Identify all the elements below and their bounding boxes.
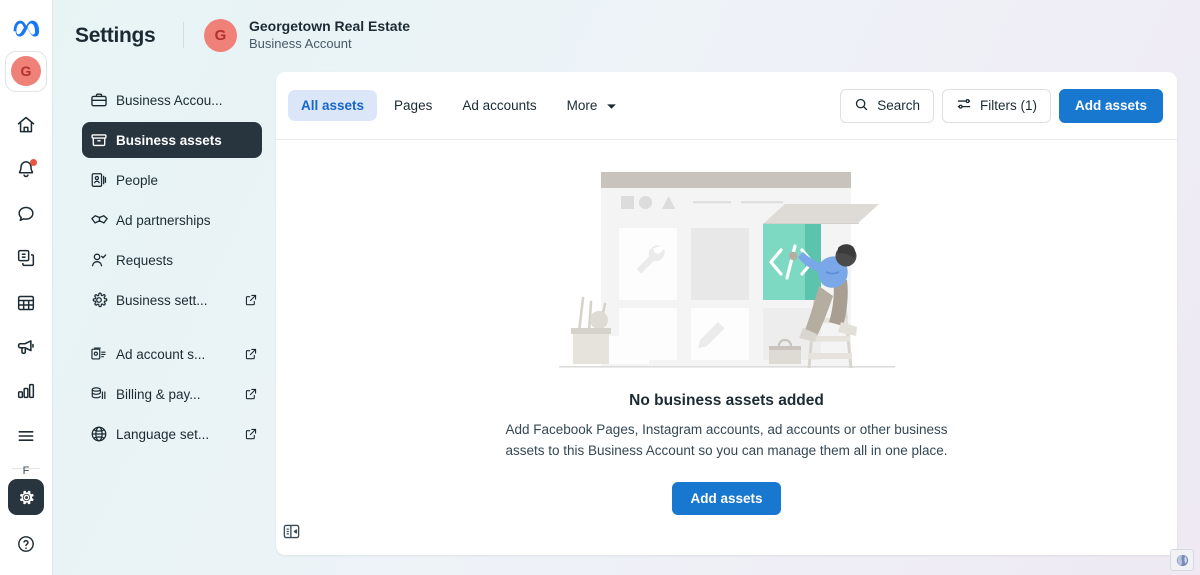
account-text: Georgetown Real Estate Business Account: [249, 18, 410, 52]
add-assets-button[interactable]: Add assets: [1058, 88, 1163, 123]
filter-sliders-icon: [956, 96, 972, 115]
external-link-icon: [244, 347, 258, 361]
settings-gear-button[interactable]: F: [4, 466, 48, 518]
meta-logo-icon[interactable]: [9, 14, 43, 41]
search-icon: [854, 97, 869, 115]
left-icon-rail: G F: [0, 0, 53, 575]
header-divider: [183, 22, 184, 48]
person-check-icon: [90, 251, 116, 269]
tab-all-assets[interactable]: All assets: [288, 90, 378, 121]
page-title: Settings: [75, 24, 156, 47]
sidebar-item-label: Business Accou...: [116, 92, 223, 108]
external-link-icon: [244, 387, 258, 401]
tab-ad-accounts[interactable]: Ad accounts: [449, 90, 549, 121]
gear-icon: [19, 490, 34, 505]
globe-icon: [90, 425, 116, 443]
sidebar-item-label: Ad partnerships: [116, 212, 211, 228]
chevron-down-icon: [606, 98, 617, 113]
main-content-card: All assets Pages Ad accounts More Search…: [276, 72, 1177, 555]
search-button-label: Search: [877, 98, 920, 113]
bell-icon[interactable]: [4, 148, 48, 190]
filters-button[interactable]: Filters (1): [941, 88, 1051, 123]
empty-state-add-assets-button[interactable]: Add assets: [672, 482, 781, 515]
sidebar-item-business-settings[interactable]: Business sett...: [82, 282, 262, 318]
rail-account-avatar[interactable]: G: [5, 51, 47, 92]
archive-box-icon: [90, 131, 116, 149]
sidebar-item-business-account[interactable]: Business Accou...: [82, 82, 262, 118]
sidebar-item-ad-partnerships[interactable]: Ad partnerships: [82, 202, 262, 238]
sidebar-item-ad-account-settings[interactable]: Ad account s...: [82, 336, 262, 372]
pages-icon[interactable]: [4, 237, 48, 279]
billing-stack-icon: [90, 385, 116, 403]
tab-label: Pages: [394, 98, 433, 113]
account-chip[interactable]: G Georgetown Real Estate Business Accoun…: [183, 18, 410, 52]
chat-bubble-icon[interactable]: [4, 192, 48, 234]
tab-pages[interactable]: Pages: [381, 90, 445, 121]
empty-state-body: Add Facebook Pages, Instagram accounts, …: [505, 422, 948, 458]
storefront-developer-illustration: [558, 172, 895, 369]
external-link-icon: [244, 427, 258, 441]
avatar: G: [11, 56, 41, 87]
globe-browser-icon[interactable]: [1170, 549, 1194, 571]
sidebar-item-label: Business sett...: [116, 292, 208, 308]
sidebar-item-label: Ad account s...: [116, 346, 206, 362]
avatar: G: [204, 18, 237, 52]
ad-account-icon: [90, 345, 116, 363]
sidebar-item-label: Language set...: [116, 426, 210, 442]
empty-state: No business assets added Add Facebook Pa…: [276, 140, 1177, 515]
help-circle-icon[interactable]: [4, 523, 48, 565]
filters-button-label: Filters (1): [979, 98, 1037, 113]
handshake-icon: [90, 211, 116, 230]
empty-state-title: No business assets added: [629, 392, 824, 409]
search-button[interactable]: Search: [840, 88, 934, 123]
bar-chart-icon[interactable]: [4, 370, 48, 412]
sidebar-item-billing-payments[interactable]: Billing & pay...: [82, 376, 262, 412]
briefcase-icon: [90, 91, 116, 109]
assets-toolbar: All assets Pages Ad accounts More Search…: [276, 72, 1177, 140]
hamburger-menu-icon[interactable]: [4, 415, 48, 457]
tab-label: Ad accounts: [462, 98, 537, 113]
sidebar-item-label: Business assets: [116, 132, 222, 148]
sidebar-item-business-assets[interactable]: Business assets: [82, 122, 262, 158]
notification-badge-dot: [30, 159, 37, 167]
table-grid-icon[interactable]: [4, 281, 48, 323]
add-assets-button-label: Add assets: [1074, 98, 1147, 113]
sidebar-item-label: Billing & pay...: [116, 386, 201, 402]
tab-label: All assets: [301, 98, 365, 113]
sidebar-item-label: Requests: [116, 252, 174, 268]
account-subtitle: Business Account: [249, 36, 352, 51]
megaphone-icon[interactable]: [4, 326, 48, 368]
asset-tabs: All assets Pages Ad accounts More: [288, 90, 630, 121]
home-icon[interactable]: [4, 104, 48, 146]
people-card-icon: [90, 171, 116, 189]
gear-icon: [90, 291, 116, 309]
sidebar-item-people[interactable]: People: [82, 162, 262, 198]
account-name: Georgetown Real Estate: [249, 18, 411, 34]
settings-nav-panel: Settings Business Accou... Business asse…: [53, 0, 299, 575]
settings-nav-list: Business Accou... Business assets People…: [82, 82, 262, 456]
panel-collapse-icon[interactable]: [278, 518, 304, 544]
tab-label: More: [566, 98, 598, 113]
sidebar-item-requests[interactable]: Requests: [82, 242, 262, 278]
external-link-icon: [244, 293, 258, 307]
sidebar-item-label: People: [116, 172, 159, 188]
tab-more[interactable]: More: [554, 90, 631, 121]
gear-ghost-label: F: [22, 466, 30, 478]
sidebar-item-language-settings[interactable]: Language set...: [82, 416, 262, 452]
